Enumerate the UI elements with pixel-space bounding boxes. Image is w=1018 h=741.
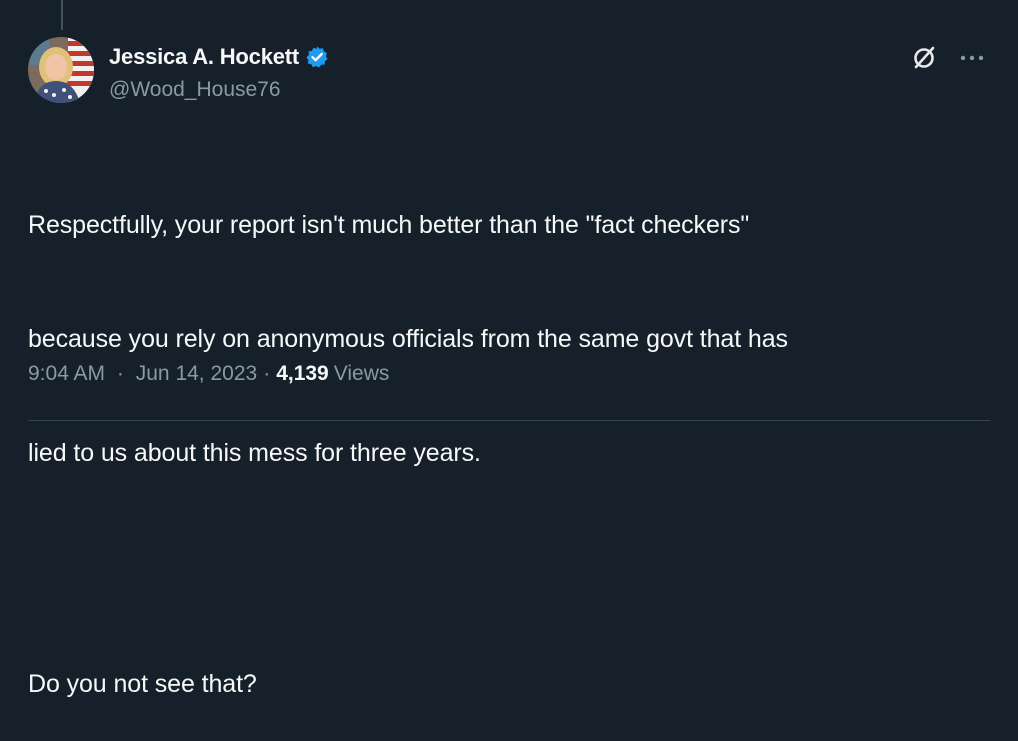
meta-separator: ·	[263, 362, 271, 385]
views-label: Views	[333, 362, 390, 385]
tweet-text-line: because you rely on anonymous officials …	[28, 325, 788, 353]
verified-badge-icon[interactable]	[305, 45, 329, 69]
tweet-text-line: Respectfully, your report isn't much bet…	[28, 211, 750, 239]
author-handle[interactable]: @Wood_House76	[109, 78, 281, 102]
tweet-time-link[interactable]: 9:04 AM · Jun 14, 2023	[28, 362, 257, 386]
tweet-text-line: Do you not see that?	[28, 670, 257, 698]
author-display-name[interactable]: Jessica A. Hockett	[109, 44, 299, 70]
tweet-text-line: lied to us about this mess for three yea…	[28, 439, 481, 467]
meta-separator: ·	[116, 362, 124, 385]
tweet-time: 9:04 AM	[28, 362, 106, 385]
tweet-text: Respectfully, your report isn't much bet…	[28, 130, 988, 741]
avatar-image	[28, 37, 94, 103]
slashed-circle-icon[interactable]	[910, 44, 938, 72]
views-count: 4,139	[276, 362, 329, 385]
more-dots-icon[interactable]	[957, 45, 987, 71]
divider	[28, 420, 990, 421]
tweet-metadata: 9:04 AM · Jun 14, 2023 · 4,139 Views	[28, 362, 389, 386]
author-name-row: Jessica A. Hockett	[109, 42, 329, 72]
tweet-date: Jun 14, 2023	[135, 362, 258, 385]
thread-connector-line	[61, 0, 63, 30]
avatar[interactable]	[28, 37, 94, 103]
